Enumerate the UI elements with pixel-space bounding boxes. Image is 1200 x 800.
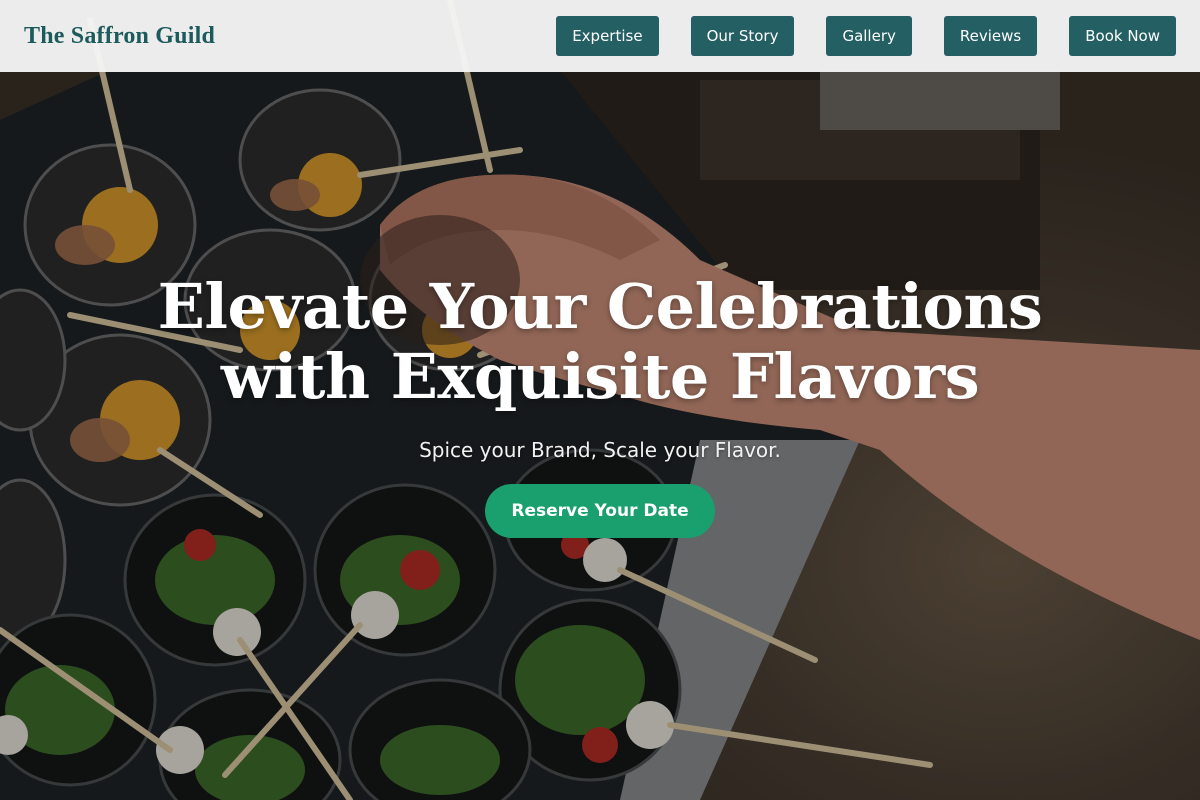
hero-content: Elevate Your Celebrations with Exquisite… xyxy=(0,272,1200,538)
hero-title-line-2: with Exquisite Flavors xyxy=(220,340,980,413)
nav-book-now-button[interactable]: Book Now xyxy=(1069,16,1176,56)
nav-links: Expertise Our Story Gallery Reviews Book… xyxy=(556,16,1176,56)
hero-title-line-1: Elevate Your Celebrations xyxy=(157,270,1043,343)
nav-reviews-button[interactable]: Reviews xyxy=(943,16,1038,56)
nav-gallery-button[interactable]: Gallery xyxy=(826,16,912,56)
hero-subtitle: Spice your Brand, Scale your Flavor. xyxy=(419,438,781,462)
brand-logo-text[interactable]: The Saffron Guild xyxy=(24,23,215,50)
top-navigation: The Saffron Guild Expertise Our Story Ga… xyxy=(0,0,1200,72)
hero-title: Elevate Your Celebrations with Exquisite… xyxy=(0,272,1200,412)
reserve-your-date-button[interactable]: Reserve Your Date xyxy=(485,484,715,538)
nav-expertise-button[interactable]: Expertise xyxy=(556,16,659,56)
nav-our-story-button[interactable]: Our Story xyxy=(690,16,795,56)
